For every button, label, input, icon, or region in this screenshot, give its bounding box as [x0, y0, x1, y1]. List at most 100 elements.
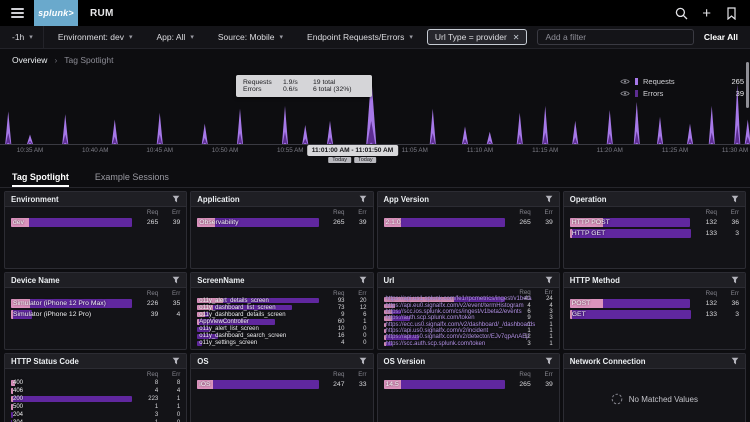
- filter-funnel-icon[interactable]: [731, 195, 739, 203]
- panel-device-name: Device NameReqErrSimulator (iPhone 12 Pr…: [4, 272, 187, 350]
- err-value: 8: [158, 380, 180, 386]
- filter-funnel-icon[interactable]: [172, 195, 180, 203]
- bar-area: dev: [11, 217, 132, 228]
- err-value: 0: [345, 326, 367, 332]
- tag-row-https-scc-auth-scp-splunk-com-token[interactable]: https://scc.auth.scp.splunk.com/token31: [384, 341, 553, 347]
- filter-funnel-icon[interactable]: [172, 276, 180, 284]
- tag-row-o11y-dashboard-details-screen[interactable]: o11y_dashboard_details_screen96: [197, 311, 366, 318]
- tag-row-14-5[interactable]: 14.526539: [384, 379, 553, 390]
- request-bar: [570, 310, 691, 319]
- panel-title: Network Connection: [570, 357, 646, 366]
- search-icon[interactable]: [675, 7, 688, 20]
- filter-funnel-icon[interactable]: [172, 357, 180, 365]
- err-value: 1: [531, 341, 553, 347]
- scrollbar[interactable]: [746, 62, 749, 108]
- menu-icon[interactable]: [0, 8, 34, 18]
- create-icon[interactable]: +: [702, 7, 711, 20]
- columns-header: ReqErr: [11, 370, 180, 379]
- app-dropdown[interactable]: App: All ▾: [146, 26, 203, 48]
- err-column-header: Err: [345, 209, 367, 216]
- no-data-icon: [611, 393, 623, 405]
- tag-row-2-1-0[interactable]: 2.1.026539: [384, 217, 553, 228]
- filter-funnel-icon[interactable]: [731, 357, 739, 365]
- tag-row-ios[interactable]: iOS24733: [197, 379, 366, 390]
- metric-dropdown[interactable]: Endpoint Requests/Errors ▾: [297, 26, 423, 48]
- filter-funnel-icon[interactable]: [545, 195, 553, 203]
- request-bar: [384, 380, 505, 389]
- tag-row-406[interactable]: 40644: [11, 387, 180, 395]
- source-dropdown[interactable]: Source: Mobile ▾: [208, 26, 293, 48]
- tag-row-o11y-alert-list-screen[interactable]: o11y_alert_list_screen100: [197, 326, 366, 333]
- req-value: 226: [132, 300, 158, 307]
- req-value: 247: [319, 381, 345, 388]
- panel-screenname: ScreenNameReqErro11y_alert_details_scree…: [190, 272, 373, 350]
- tag-row-http-get[interactable]: HTTP GET1333: [570, 228, 739, 239]
- legend-errors[interactable]: Errors 39: [620, 87, 744, 99]
- tab-tag-spotlight[interactable]: Tag Spotlight: [12, 172, 69, 187]
- time-range-label: -1h: [12, 32, 24, 42]
- tag-row-o11y-alert-details-screen[interactable]: o11y_alert_details_screen9320: [197, 297, 366, 304]
- filter-funnel-icon[interactable]: [545, 357, 553, 365]
- tag-row-400[interactable]: 40088: [11, 379, 180, 387]
- err-value: 36: [717, 300, 739, 307]
- err-column-header: Err: [531, 371, 553, 378]
- tooltip-errors-total: 6 total (32%): [313, 86, 365, 93]
- bar-area: AppViewController: [197, 318, 318, 325]
- tag-row-dev[interactable]: dev26539: [11, 217, 180, 228]
- close-icon[interactable]: ✕: [513, 33, 520, 42]
- x-axis-tick: 11:15 AM: [532, 147, 558, 154]
- panel-body: ReqErrObservability26539: [191, 207, 372, 268]
- requests-errors-chart[interactable]: Requests 1.9/s 19 total Errors 0.6/s 6 t…: [0, 71, 750, 145]
- tag-row-o11y-dashboard-search-screen[interactable]: o11y_dashboard_search_screen160: [197, 333, 366, 340]
- environment-dropdown[interactable]: Environment: dev ▾: [48, 26, 143, 48]
- time-range-dropdown[interactable]: -1h ▾: [8, 26, 44, 48]
- legend-requests[interactable]: Requests 265: [620, 75, 744, 87]
- filter-funnel-icon[interactable]: [731, 276, 739, 284]
- filter-funnel-icon[interactable]: [359, 276, 367, 284]
- err-column-header: Err: [717, 209, 739, 216]
- req-value: 10: [319, 326, 345, 332]
- panel-body: ReqErr40088406442002231500112043030410: [5, 369, 186, 422]
- breadcrumb-overview[interactable]: Overview: [12, 55, 47, 65]
- selected-time-range[interactable]: 11:01:00 AM - 11:01:50 AM Today Today: [307, 145, 399, 163]
- chart-tooltip: Requests 1.9/s 19 total Errors 0.6/s 6 t…: [236, 75, 372, 97]
- req-value: 73: [319, 305, 345, 311]
- filter-chip-url-type[interactable]: Url Type = provider ✕: [427, 29, 528, 45]
- add-filter-input[interactable]: Add a filter: [537, 29, 693, 45]
- tag-row-simulator-iphone-12-pro-max[interactable]: Simulator (iPhone 12 Pro Max)22635: [11, 298, 180, 309]
- columns-header: ReqErr: [384, 370, 553, 379]
- tag-row-o11y-settings-screen[interactable]: o11y_settings_screen40: [197, 340, 366, 347]
- bar-area: 14.5: [384, 379, 505, 390]
- bar-label: Simulator (iPhone 12 Pro Max): [13, 298, 106, 309]
- eye-icon[interactable]: [620, 78, 630, 85]
- chevron-down-icon: ▾: [129, 33, 133, 41]
- tab-example-sessions[interactable]: Example Sessions: [95, 172, 169, 187]
- tag-row-simulator-iphone-12-pro[interactable]: Simulator (iPhone 12 Pro)394: [11, 309, 180, 320]
- tag-row-post[interactable]: POST13236: [570, 298, 739, 309]
- tag-row-o11y-dashboard-list-screen[interactable]: o11y_dashboard_list_screen7312: [197, 304, 366, 311]
- bookmark-icon[interactable]: [725, 7, 738, 20]
- tag-row-204[interactable]: 20430: [11, 411, 180, 419]
- clear-all-button[interactable]: Clear All: [704, 32, 742, 42]
- bar-label: 406: [13, 387, 23, 395]
- tag-row-http-post[interactable]: HTTP POST13236: [570, 217, 739, 228]
- tag-row-observability[interactable]: Observability26539: [197, 217, 366, 228]
- err-column-header: Err: [158, 290, 180, 297]
- columns-header: ReqErr: [11, 289, 180, 298]
- filter-funnel-icon[interactable]: [359, 357, 367, 365]
- tag-row-500[interactable]: 50011: [11, 403, 180, 411]
- tag-row-get[interactable]: GET1333: [570, 309, 739, 320]
- columns-header: ReqErr: [384, 208, 553, 217]
- x-axis-tick: 10:40 AM: [82, 147, 109, 154]
- tag-row-200[interactable]: 2002231: [11, 395, 180, 403]
- chevron-down-icon: ▾: [190, 33, 194, 41]
- bar-area: 200: [11, 395, 132, 403]
- req-value: 4: [132, 388, 158, 394]
- req-value: 93: [319, 298, 345, 304]
- filter-funnel-icon[interactable]: [545, 276, 553, 284]
- eye-icon[interactable]: [620, 90, 630, 97]
- tag-row-appviewcontroller[interactable]: AppViewController601: [197, 318, 366, 325]
- splunk-logo[interactable]: splunk>: [34, 0, 78, 26]
- filter-funnel-icon[interactable]: [359, 195, 367, 203]
- panel-body: ReqErro11y_alert_details_screen9320o11y_…: [191, 288, 372, 349]
